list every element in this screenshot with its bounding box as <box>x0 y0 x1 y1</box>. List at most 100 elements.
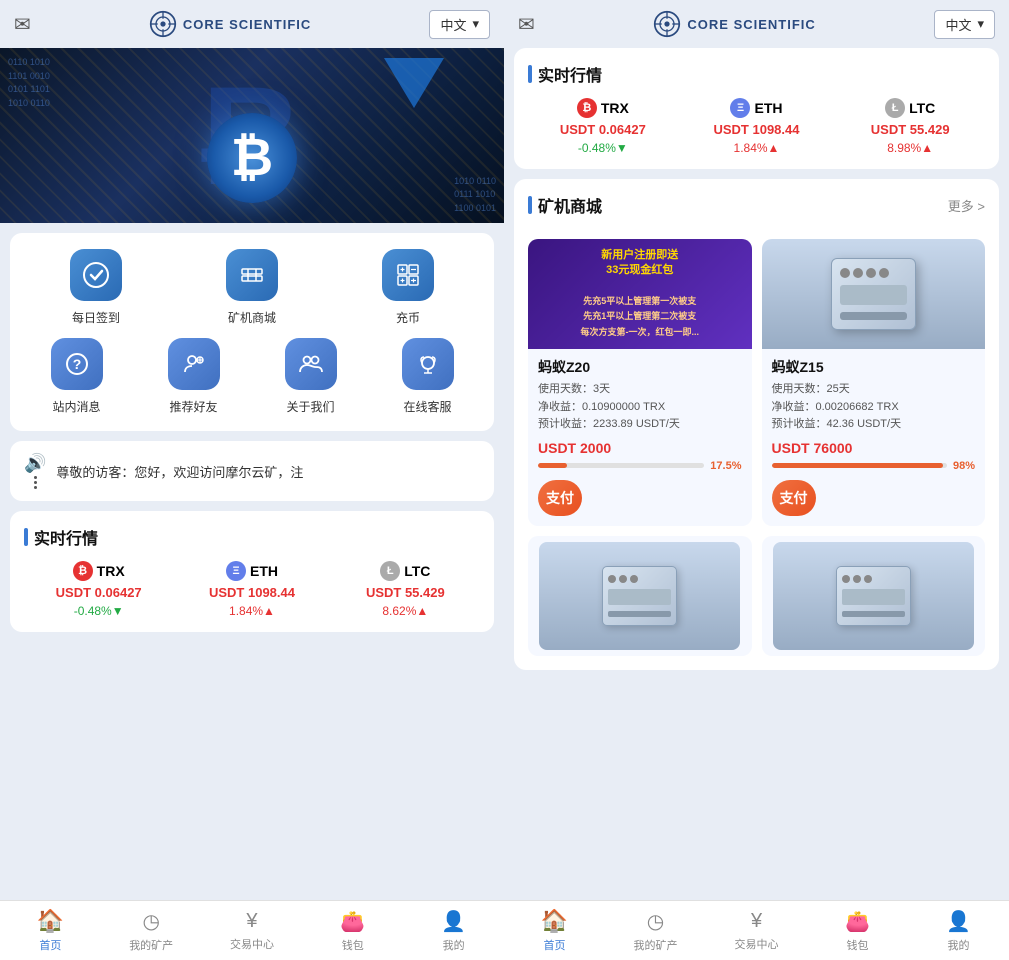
mine-icon-left: 👤 <box>441 909 466 934</box>
trx-icon-right: ₿ <box>577 98 597 118</box>
miner-shop-icon <box>226 249 278 301</box>
miner-img-z15 <box>762 239 986 349</box>
trade-icon-right: ¥ <box>751 910 762 933</box>
eth-name-left: ETH <box>250 563 278 579</box>
miner-info-z15: 蚂蚁Z15 使用天数：25天 净收益：0.00206682 TRX 预计收益：4… <box>762 349 986 434</box>
qa-refer-friend[interactable]: 推荐好友 <box>168 338 220 415</box>
nav-trade-right[interactable]: ¥ 交易中心 <box>706 901 807 960</box>
qa-about-us[interactable]: 关于我们 <box>285 338 337 415</box>
recharge-icon <box>382 249 434 301</box>
mail-icon-left[interactable]: ✉ <box>14 12 31 37</box>
nav-mining-label-left: 我的矿产 <box>129 937 173 953</box>
wallet-icon-left: 👛 <box>340 909 365 934</box>
qa-miner-shop[interactable]: 矿机商城 <box>226 249 278 326</box>
coin-eth-left: Ξ ETH USDT 1098.44 1.84%▲ <box>177 561 326 618</box>
market-title-right: 实时行情 <box>528 62 985 86</box>
miner-card-z15: 蚂蚁Z15 使用天数：25天 净收益：0.00206682 TRX 预计收益：4… <box>762 239 986 526</box>
trx-name-right: TRX <box>601 100 629 116</box>
trade-icon-left: ¥ <box>246 910 257 933</box>
nav-mine-left[interactable]: 👤 我的 <box>403 901 504 960</box>
mining-icon-left: ◷ <box>142 909 159 934</box>
nav-trade-label-right: 交易中心 <box>735 936 779 952</box>
bitcoin-symbol: ₿ <box>207 113 297 203</box>
bottom-nav-left: 🏠 首页 ◷ 我的矿产 ¥ 交易中心 👛 钱包 👤 我的 <box>0 900 504 960</box>
qa-online-service[interactable]: 在线客服 <box>402 338 454 415</box>
nav-trade-label-left: 交易中心 <box>230 936 274 952</box>
lang-selector-right[interactable]: 中文 ▾ <box>934 10 995 39</box>
mine-icon-right: 👤 <box>946 909 971 934</box>
pay-button-z15[interactable]: 支付 <box>772 480 816 516</box>
eth-icon-right: Ξ <box>730 98 750 118</box>
nav-home-right[interactable]: 🏠 首页 <box>504 901 605 960</box>
qa-daily-sign[interactable]: 每日签到 <box>70 249 122 326</box>
eth-icon-left: Ξ <box>226 561 246 581</box>
qa-row-2: ? 站内消息 推荐好友 <box>18 338 486 415</box>
qa-messages[interactable]: ? 站内消息 <box>51 338 103 415</box>
nav-wallet-left[interactable]: 👛 钱包 <box>302 901 403 960</box>
ltc-icon-left: Ł <box>380 561 400 581</box>
progress-bg-z20 <box>538 463 704 468</box>
ltc-price-left: USDT 55.429 <box>366 585 445 600</box>
nav-mining-label-right: 我的矿产 <box>634 937 678 953</box>
miner-shop-section: 矿机商城 更多 > 新用户注册即送33元现金红包 先充5平以上管理第一次被支先充… <box>514 179 999 670</box>
mail-icon-right[interactable]: ✉ <box>518 12 535 37</box>
service-label: 在线客服 <box>403 398 451 415</box>
bottom-nav-right: 🏠 首页 ◷ 我的矿产 ¥ 交易中心 👛 钱包 👤 我的 <box>504 900 1009 960</box>
trx-change-right: -0.48%▼ <box>578 141 628 155</box>
left-panel: ✉ CORE SCIENTIFIC 中文 ▾ Ƀ ₿ 0110 10101101 <box>0 0 504 960</box>
miner-shop-header: 矿机商城 更多 > <box>528 193 985 217</box>
trx-name-left: TRX <box>97 563 125 579</box>
miner-detail-z20: 使用天数：3天 净收益：0.10900000 TRX 预计收益：2233.89 … <box>538 381 742 434</box>
daily-sign-label: 每日签到 <box>72 309 120 326</box>
nav-mine-label-left: 我的 <box>443 937 465 953</box>
progress-label-z15: 98% <box>953 460 975 472</box>
right-content: 实时行情 ₿ TRX USDT 0.06427 -0.48%▼ Ξ ETH US… <box>504 48 1009 900</box>
nav-home-left[interactable]: 🏠 首页 <box>0 901 101 960</box>
daily-sign-icon <box>70 249 122 301</box>
ltc-icon-right: Ł <box>885 98 905 118</box>
messages-icon: ? <box>51 338 103 390</box>
speaker-icon: 🔊 <box>24 453 46 489</box>
about-label: 关于我们 <box>286 398 334 415</box>
miner-price-z20: USDT 2000 <box>538 440 742 456</box>
hero-banner: Ƀ ₿ 0110 10101101 00100101 11011010 0110… <box>0 48 504 223</box>
nav-mine-right[interactable]: 👤 我的 <box>908 901 1009 960</box>
nav-wallet-label-right: 钱包 <box>847 937 869 953</box>
miner-name-z15: 蚂蚁Z15 <box>772 357 976 377</box>
more-link[interactable]: 更多 > <box>948 196 985 215</box>
right-header: ✉ CORE SCIENTIFIC 中文 ▾ <box>504 0 1009 48</box>
ltc-name-left: LTC <box>404 563 430 579</box>
trx-price-right: USDT 0.06427 <box>560 122 646 137</box>
nav-mining-right[interactable]: ◷ 我的矿产 <box>605 901 706 960</box>
logo-left: CORE SCIENTIFIC <box>149 10 311 38</box>
nav-mine-label-right: 我的 <box>948 937 970 953</box>
wallet-icon-right: 👛 <box>845 909 870 934</box>
mining-icon-right: ◷ <box>647 909 664 934</box>
nav-mining-left[interactable]: ◷ 我的矿产 <box>101 901 202 960</box>
trx-price-left: USDT 0.06427 <box>56 585 142 600</box>
trx-icon-left: ₿ <box>73 561 93 581</box>
miner-name-z20: 蚂蚁Z20 <box>538 357 742 377</box>
qa-recharge[interactable]: 充币 <box>382 249 434 326</box>
progress-z20: 17.5% <box>538 460 742 472</box>
coin-trx-left: ₿ TRX USDT 0.06427 -0.48%▼ <box>24 561 173 618</box>
nav-trade-left[interactable]: ¥ 交易中心 <box>202 901 303 960</box>
recharge-label: 充币 <box>396 309 420 326</box>
logo-right: CORE SCIENTIFIC <box>653 10 815 38</box>
home-icon-left: 🏠 <box>37 908 64 934</box>
progress-label-z20: 17.5% <box>710 460 741 472</box>
announcement-text: 尊敬的访客：您好，欢迎访问摩尔云矿，注 <box>56 462 303 481</box>
triangle-decoration <box>384 58 444 108</box>
left-header: ✉ CORE SCIENTIFIC 中文 ▾ <box>0 0 504 48</box>
market-title-left: 实时行情 <box>24 525 480 549</box>
market-grid-left: ₿ TRX USDT 0.06427 -0.48%▼ Ξ ETH USDT 10… <box>24 561 480 618</box>
miner-shop-title: 矿机商城 <box>528 193 602 217</box>
pay-button-z20[interactable]: 支付 <box>538 480 582 516</box>
about-icon <box>285 338 337 390</box>
eth-price-right: USDT 1098.44 <box>713 122 799 137</box>
svg-text:?: ? <box>72 356 81 372</box>
miner-shop-label: 矿机商城 <box>228 309 276 326</box>
lang-selector-left[interactable]: 中文 ▾ <box>429 10 490 39</box>
nav-wallet-right[interactable]: 👛 钱包 <box>807 901 908 960</box>
miners-grid: 新用户注册即送33元现金红包 先充5平以上管理第一次被支先充1平以上管理第二次被… <box>528 239 985 526</box>
